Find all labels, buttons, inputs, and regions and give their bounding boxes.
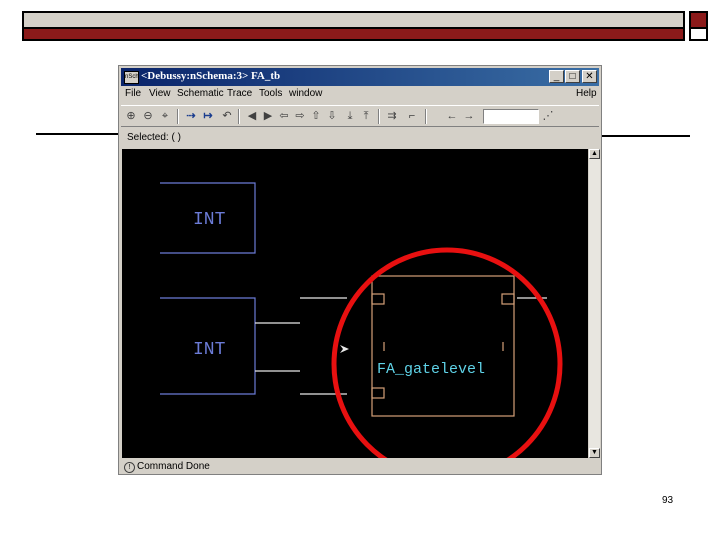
close-button[interactable]: ✕ — [582, 70, 597, 83]
trace-load-icon[interactable]: ↦ — [201, 110, 215, 123]
select-cursor-icon — [340, 345, 349, 353]
menu-schematic[interactable]: Schematic — [177, 88, 224, 99]
highlight-circle — [331, 247, 563, 458]
minimize-button[interactable]: _ — [549, 70, 564, 83]
status-bar: ! Command Done — [121, 460, 599, 474]
menu-trace[interactable]: Trace — [227, 88, 252, 99]
slide-top-banner — [22, 11, 708, 41]
search-signal-icon[interactable]: ⇉ — [385, 110, 399, 123]
arrow-right-bold-icon[interactable]: ▶ — [261, 110, 275, 123]
window-title: <Debussy:nSchema:3> FA_tb — [141, 70, 281, 82]
slide-rule-left — [36, 133, 120, 135]
menu-bar: File View Schematic Trace Tools window H… — [121, 87, 599, 103]
vertical-scrollbar[interactable]: ▲ ▼ — [589, 149, 600, 458]
menu-help[interactable]: Help — [576, 88, 597, 99]
pop-icon[interactable]: ⤒ — [359, 110, 373, 123]
int-block-2-label: INT — [193, 340, 226, 360]
fa-gatelevel-module[interactable] — [371, 275, 515, 417]
int-block-1-label: INT — [193, 210, 226, 230]
menu-file[interactable]: File — [125, 88, 141, 99]
toolbar-separator — [425, 109, 427, 124]
menu-window[interactable]: window — [289, 88, 322, 99]
find-next-icon[interactable]: → — [462, 110, 476, 123]
arrow-back-icon[interactable]: ⇦ — [277, 110, 291, 123]
module-port-out-1[interactable] — [501, 293, 515, 305]
undo-icon[interactable]: ↶ — [220, 110, 234, 123]
scroll-down-icon[interactable]: ▼ — [589, 448, 600, 458]
title-bar[interactable]: nSch <Debussy:nSchema:3> FA_tb _ □ ✕ — [121, 68, 599, 86]
maximize-button[interactable]: □ — [565, 70, 580, 83]
minimize-icon: _ — [553, 71, 560, 82]
status-icon: ! — [124, 462, 135, 473]
banner-lower-bar — [22, 29, 685, 41]
arrow-forward-icon[interactable]: ⇨ — [293, 110, 307, 123]
zoom-in-icon[interactable]: ⊕ — [124, 110, 138, 123]
banner-square-red — [689, 11, 708, 29]
push-icon[interactable]: ⤓ — [343, 110, 357, 123]
schematic-canvas[interactable]: INT INT FA_gatelevel — [122, 149, 588, 458]
find-input[interactable] — [483, 109, 539, 124]
maximize-icon: □ — [569, 71, 576, 82]
slide-rule-right — [601, 135, 690, 137]
menu-view[interactable]: View — [149, 88, 171, 99]
close-icon: ✕ — [585, 71, 594, 82]
status-text: Command Done — [137, 461, 210, 472]
find-prev-icon[interactable]: ← — [445, 110, 459, 123]
menu-tools[interactable]: Tools — [259, 88, 282, 99]
toolbar-separator — [238, 109, 240, 124]
flag-icon[interactable]: ⌐ — [405, 110, 419, 123]
selection-bar: Selected: ( ) — [121, 130, 599, 146]
module-port-in-2[interactable] — [371, 387, 385, 399]
toolbar-separator — [177, 109, 179, 124]
zoom-out-icon[interactable]: ⊖ — [141, 110, 155, 123]
toolbar: ⊕ ⊖ ⌖ ⇢ ↦ ↶ ◀ ▶ ⇦ ⇨ ⇧ ⇩ ⤓ ⤒ ⇉ ⌐ ← → ⋰ — [121, 105, 599, 127]
arrow-up-icon[interactable]: ⇧ — [309, 110, 323, 123]
toolbar-separator — [378, 109, 380, 124]
zoom-fit-icon[interactable]: ⌖ — [158, 110, 172, 123]
find-options-icon[interactable]: ⋰ — [541, 110, 555, 123]
banner-square-white — [689, 29, 708, 41]
app-icon[interactable]: nSch — [124, 71, 139, 84]
trace-driver-icon[interactable]: ⇢ — [184, 110, 198, 123]
page-number: 93 — [662, 495, 674, 506]
module-label: FA_gatelevel — [377, 361, 485, 378]
selected-label: Selected: ( ) — [127, 132, 181, 143]
arrow-left-bold-icon[interactable]: ◀ — [245, 110, 259, 123]
scroll-up-icon[interactable]: ▲ — [589, 149, 600, 159]
arrow-down-icon[interactable]: ⇩ — [325, 110, 339, 123]
nschema-window: nSch <Debussy:nSchema:3> FA_tb _ □ ✕ Fil… — [118, 65, 602, 475]
schematic-drawing: INT INT FA_gatelevel — [160, 182, 563, 458]
banner-upper-bar — [22, 11, 685, 29]
module-port-in-1[interactable] — [371, 293, 385, 305]
